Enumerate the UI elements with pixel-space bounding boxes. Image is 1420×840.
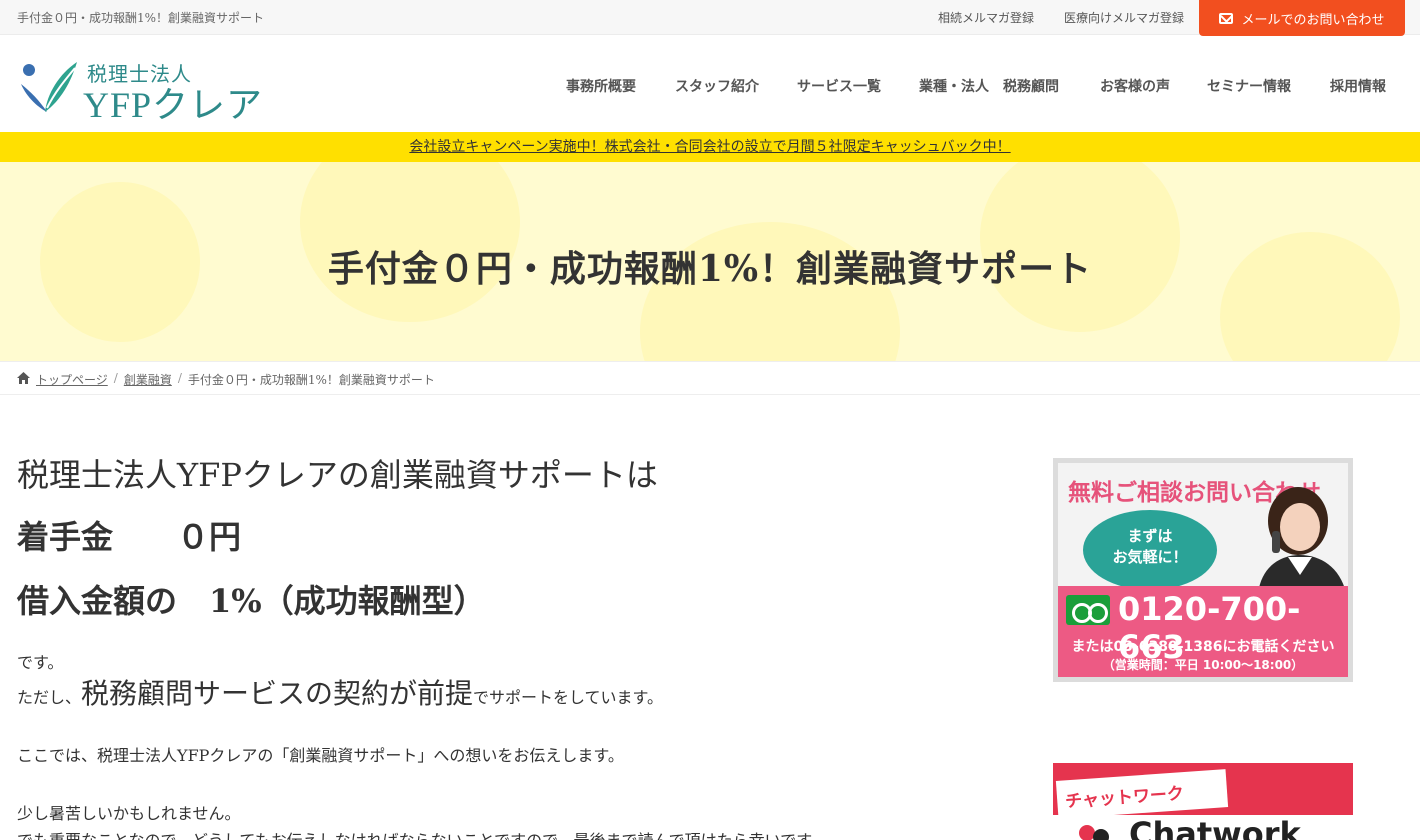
inheritance-newsletter-link[interactable]: 相続メルマガ登録 xyxy=(938,9,1034,26)
paragraph: 少し暑苦しいかもしれません。 xyxy=(17,804,241,823)
top-utility-bar: 手付金０円・成功報酬1%！創業融資サポート 相続メルマガ登録 医療向けメルマガ登… xyxy=(0,0,1420,36)
bubble-line: お気軽に！ xyxy=(1112,548,1188,566)
freedial-icon xyxy=(1066,595,1110,625)
mail-contact-label: メールでのお問い合わせ xyxy=(1241,12,1385,28)
condition-emphasis: 税務顧問サービスの契約が前提 xyxy=(81,677,474,710)
nav-item-testimonials[interactable]: お客様の声 xyxy=(1100,76,1170,96)
page-hero: 手付金０円・成功報酬1%！創業融資サポート xyxy=(0,162,1420,361)
content-lead-heading: 税理士法人YFPクレアの創業融資サポートは xyxy=(17,456,658,494)
medical-newsletter-link[interactable]: 医療向けメルマガ登録 xyxy=(1064,9,1184,26)
paragraph: でも重要なことなので、どうしてもお伝えしなければならないことですので、最後まで読… xyxy=(17,827,827,840)
chatwork-brand: Chatwork xyxy=(1069,815,1353,840)
campaign-link[interactable]: 会社設立キャンペーン実施中！株式会社・合同会社の設立で月間５社限定キャッシュバッ… xyxy=(409,139,1010,155)
bubble-line: まずは xyxy=(1127,527,1173,545)
chatwork-logo-icon xyxy=(1079,825,1109,840)
breadcrumb-current: 手付金０円・成功報酬1%！創業融資サポート xyxy=(187,373,435,387)
condition-prefix: ただし、 xyxy=(17,688,82,707)
phone-bar: 0120-700-663 または03-6380-1386にお電話ください （営業… xyxy=(1058,586,1348,677)
campaign-banner: 会社設立キャンペーン実施中！株式会社・合同会社の設立で月間５社限定キャッシュバッ… xyxy=(0,132,1420,162)
breadcrumb-home-link[interactable]: トップページ xyxy=(36,371,108,388)
nav-item-industry-advisory[interactable]: 業種・法人 税務顧問 xyxy=(919,76,1059,96)
business-hours: （営業時間：平日 10:00〜18:00） xyxy=(1102,658,1304,672)
nav-item-staff[interactable]: スタッフ紹介 xyxy=(675,76,759,96)
paragraph: ここでは、税理士法人YFPクレアの「創業融資サポート」への想いをお伝えします。 xyxy=(17,746,624,765)
fee-success-heading: 借入金額の 1%（成功報酬型） xyxy=(17,582,486,620)
nav-item-seminars[interactable]: セミナー情報 xyxy=(1207,76,1291,96)
nav-item-services[interactable]: サービス一覧 xyxy=(797,76,881,96)
consultation-bubble: まずは お気軽に！ xyxy=(1083,510,1217,590)
chatwork-wordmark: Chatwork xyxy=(1129,815,1301,840)
leaf-logo-icon xyxy=(21,62,77,112)
site-header: 税理士法人 YFPクレア 事務所概要 スタッフ紹介 サービス一覧 業種・法人 税… xyxy=(0,36,1420,132)
envelope-icon xyxy=(1219,12,1234,24)
breadcrumb-separator: / xyxy=(113,371,118,385)
nav-item-recruiting[interactable]: 採用情報 xyxy=(1330,76,1386,96)
condition-suffix: でサポートをしています。 xyxy=(473,688,663,707)
paragraph: です。 xyxy=(17,653,64,672)
paragraph-condition: ただし、税務顧問サービスの契約が前提でサポートをしています。 xyxy=(17,672,663,712)
free-consultation-banner[interactable]: 無料ご相談お問い合わせ まずは お気軽に！ 0120-700-663 または03… xyxy=(1053,458,1353,682)
fee-retainer-heading: 着手金 ０円 xyxy=(17,518,242,556)
site-logo[interactable]: 税理士法人 YFPクレア xyxy=(17,58,287,125)
nav-item-office[interactable]: 事務所概要 xyxy=(566,76,636,96)
breadcrumb-category-link[interactable]: 創業融資 xyxy=(124,371,172,388)
breadcrumb-separator: / xyxy=(177,371,182,385)
logo-title: YFPクレア xyxy=(83,85,264,125)
home-icon xyxy=(17,372,30,384)
breadcrumb: トップページ / 創業融資 / 手付金０円・成功報酬1%！創業融資サポート xyxy=(0,361,1420,395)
alt-phone-text: または03-6380-1386にお電話ください xyxy=(1071,639,1335,655)
operator-illustration xyxy=(1258,487,1346,593)
site-tagline: 手付金０円・成功報酬1%！創業融資サポート xyxy=(17,11,265,25)
page-title: 手付金０円・成功報酬1%！創業融資サポート xyxy=(327,248,1093,290)
chatwork-banner[interactable]: チャットワーク Chatwork xyxy=(1053,763,1353,840)
mail-contact-button[interactable]: メールでのお問い合わせ xyxy=(1199,0,1405,36)
